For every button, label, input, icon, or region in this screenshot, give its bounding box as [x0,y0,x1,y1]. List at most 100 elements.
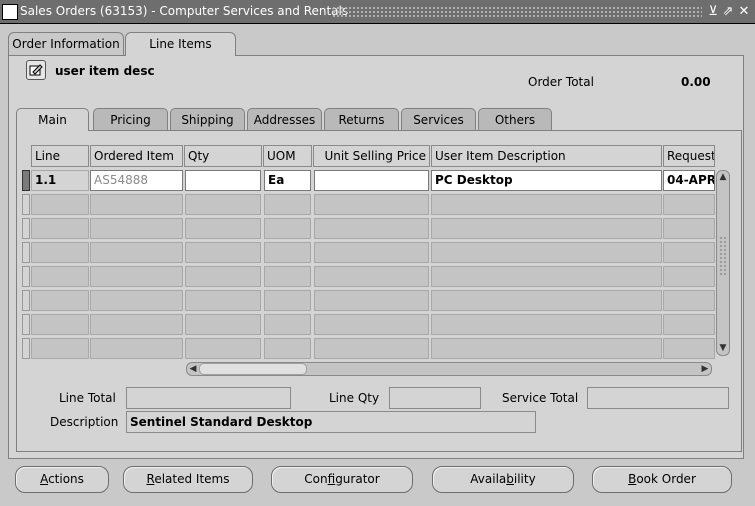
minimize-icon[interactable]: ⊻ [706,4,720,20]
empty-cell[interactable] [264,242,311,263]
configurator-button[interactable]: Configurator [271,466,413,493]
empty-cell[interactable] [31,266,89,287]
description-field[interactable]: Sentinel Standard Desktop [126,411,536,433]
row-selector[interactable] [22,194,30,215]
tab-services[interactable]: Services [401,108,476,130]
row-selector-current[interactable] [22,170,30,191]
empty-cell[interactable] [31,194,89,215]
empty-cell[interactable] [314,338,429,359]
row-selector[interactable] [22,290,30,311]
line-total-field[interactable] [126,387,291,409]
empty-cell[interactable] [663,194,715,215]
column-header-user-item-description[interactable]: User Item Description [431,145,662,167]
empty-cell[interactable] [663,290,715,311]
empty-cell[interactable] [663,242,715,263]
empty-cell[interactable] [314,266,429,287]
column-header-qty[interactable]: Qty [184,145,262,167]
line-qty-field[interactable] [389,387,481,409]
scroll-left-icon[interactable]: ◀ [187,363,199,375]
empty-cell[interactable] [264,194,311,215]
row-selector[interactable] [22,218,30,239]
column-header-request[interactable]: Request [663,145,715,167]
empty-cell[interactable] [90,314,183,335]
empty-cell[interactable] [431,290,662,311]
cell-unit-selling-price[interactable] [314,170,429,191]
window-menu-icon[interactable] [2,4,18,20]
scroll-up-icon[interactable]: ▲ [717,171,729,183]
cell-user-item-description[interactable]: PC Desktop [431,170,662,191]
empty-cell[interactable] [431,218,662,239]
tab-addresses[interactable]: Addresses [247,108,322,130]
close-icon[interactable]: ✕ [737,4,751,20]
empty-cell[interactable] [185,338,261,359]
empty-cell[interactable] [264,266,311,287]
empty-cell[interactable] [314,194,429,215]
empty-cell[interactable] [90,194,183,215]
empty-cell[interactable] [185,194,261,215]
empty-cell[interactable] [314,242,429,263]
tab-main[interactable]: Main [16,108,89,131]
vertical-scroll-thumb[interactable] [719,236,727,276]
availability-button[interactable]: Availability [432,466,574,493]
empty-cell[interactable] [90,242,183,263]
cell-ordered-item[interactable]: AS54888 [90,170,183,191]
cell-line[interactable]: 1.1 [31,170,89,191]
empty-cell[interactable] [90,338,183,359]
column-header-line[interactable]: Line [31,145,89,167]
empty-cell[interactable] [90,290,183,311]
empty-cell[interactable] [663,338,715,359]
empty-cell[interactable] [663,218,715,239]
empty-cell[interactable] [185,290,261,311]
empty-cell[interactable] [185,242,261,263]
empty-cell[interactable] [90,266,183,287]
empty-cell[interactable] [663,266,715,287]
empty-cell[interactable] [431,314,662,335]
tab-shipping[interactable]: Shipping [170,108,245,130]
empty-cell[interactable] [431,194,662,215]
column-header-uom[interactable]: UOM [263,145,312,167]
empty-cell[interactable] [264,338,311,359]
cell-request[interactable]: 04-APR [663,170,715,191]
cell-uom[interactable]: Ea [264,170,311,191]
empty-cell[interactable] [185,266,261,287]
empty-cell[interactable] [431,338,662,359]
scroll-right-icon[interactable]: ▶ [699,363,711,375]
empty-cell[interactable] [431,266,662,287]
horizontal-scroll-thumb[interactable] [199,363,307,375]
empty-cell[interactable] [264,218,311,239]
tab-line-items[interactable]: Line Items [125,32,236,56]
scroll-down-icon[interactable]: ▼ [717,342,729,354]
empty-cell[interactable] [31,314,89,335]
tab-others[interactable]: Others [478,108,552,130]
tab-order-information[interactable]: Order Information [8,32,124,55]
tab-returns[interactable]: Returns [324,108,399,130]
empty-cell[interactable] [90,218,183,239]
folder-button[interactable] [26,60,46,80]
row-selector[interactable] [22,266,30,287]
empty-cell[interactable] [663,314,715,335]
service-total-field[interactable] [587,387,729,409]
empty-cell[interactable] [185,314,261,335]
empty-cell[interactable] [314,218,429,239]
empty-cell[interactable] [31,218,89,239]
tab-pricing[interactable]: Pricing [93,108,168,130]
row-selector[interactable] [22,314,30,335]
empty-cell[interactable] [185,218,261,239]
empty-cell[interactable] [31,290,89,311]
maximize-icon[interactable]: ⇗ [721,4,735,20]
related-items-button[interactable]: Related Items [123,466,253,493]
column-header-ordered-item[interactable]: Ordered Item [90,145,183,167]
column-header-unit-selling-price[interactable]: Unit Selling Price [313,145,430,167]
empty-cell[interactable] [431,242,662,263]
book-order-button[interactable]: Book Order [592,466,732,493]
empty-cell[interactable] [314,314,429,335]
empty-cell[interactable] [264,314,311,335]
cell-qty[interactable] [185,170,261,191]
empty-cell[interactable] [314,290,429,311]
empty-cell[interactable] [31,338,89,359]
row-selector[interactable] [22,242,30,263]
empty-cell[interactable] [264,290,311,311]
actions-button[interactable]: Actions [15,466,109,493]
row-selector[interactable] [22,338,30,359]
empty-cell[interactable] [31,242,89,263]
